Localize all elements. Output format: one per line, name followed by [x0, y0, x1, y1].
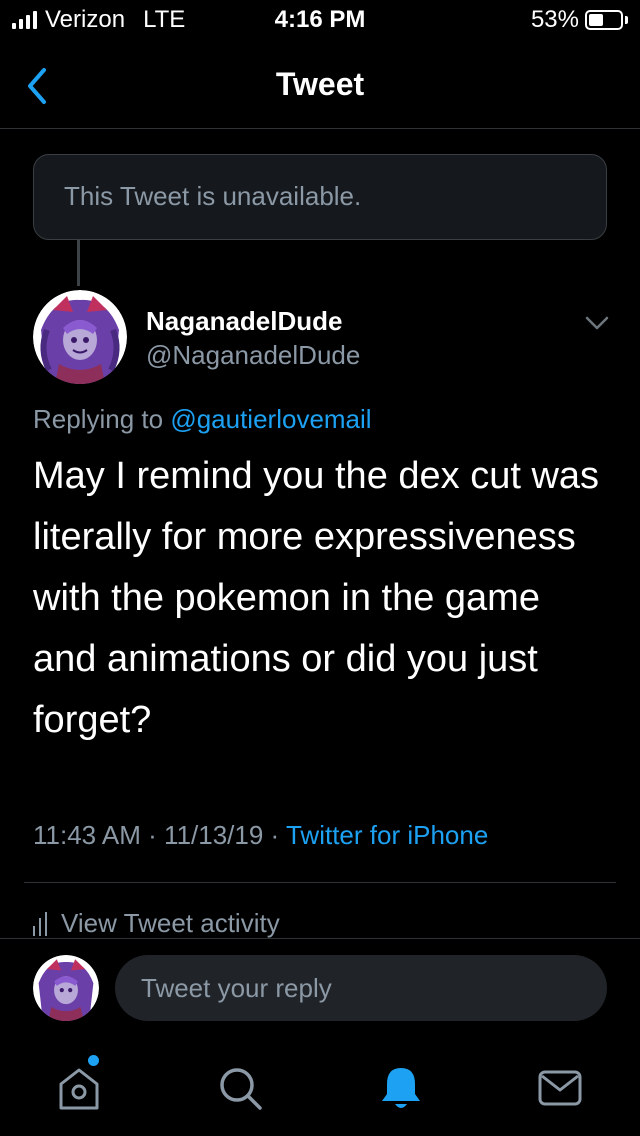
unavailable-tweet-card[interactable]: This Tweet is unavailable.: [33, 154, 607, 240]
replying-prefix: Replying to: [33, 404, 171, 434]
divider: [24, 882, 616, 883]
author-name[interactable]: NaganadelDude: [146, 306, 343, 337]
divider: [0, 938, 640, 939]
replying-to-line: Replying to @gautierlovemail: [33, 404, 372, 435]
avatar[interactable]: [33, 955, 99, 1021]
notification-dot: [88, 1055, 99, 1066]
page-title: Tweet: [275, 66, 365, 102]
battery-icon: [585, 10, 623, 30]
avatar-illustration: [33, 955, 99, 1021]
author-handle[interactable]: @NaganadelDude: [146, 340, 360, 371]
status-bar: Verizon LTE 4:16 PM 53%: [0, 0, 640, 42]
activity-label: View Tweet activity: [61, 908, 280, 938]
avatar[interactable]: [33, 290, 127, 384]
home-icon[interactable]: [55, 1064, 103, 1112]
tweet-source-link[interactable]: Twitter for iPhone: [286, 820, 488, 850]
chevron-down-icon[interactable]: [582, 312, 612, 334]
bell-icon[interactable]: [377, 1064, 425, 1112]
avatar-illustration: [33, 290, 127, 384]
meta-separator: ·: [140, 820, 165, 850]
search-icon[interactable]: [216, 1064, 264, 1112]
nav-bar: Tweet: [0, 42, 640, 129]
activity-chart-icon: [33, 911, 47, 936]
battery-fill: [589, 14, 604, 26]
battery-cap: [625, 16, 628, 24]
meta-separator: ·: [263, 820, 286, 850]
tweet-date: 11/13/19: [164, 820, 264, 850]
tweet-body: May I remind you the dex cut was literal…: [33, 455, 600, 741]
battery-percent: 53%: [530, 6, 579, 33]
tweet-time: 11:43 AM: [33, 820, 141, 850]
thread-connector: [77, 240, 80, 286]
reply-input[interactable]: [115, 955, 607, 1021]
view-activity-link[interactable]: View Tweet activity: [33, 908, 280, 939]
mention-link[interactable]: @gautierlovemail: [170, 404, 371, 434]
tweet-meta: 11:43 AM · 11/13/19 · Twitter for iPhone: [33, 820, 488, 851]
battery-indicator: 53%: [531, 6, 628, 34]
mail-icon[interactable]: [536, 1064, 584, 1112]
